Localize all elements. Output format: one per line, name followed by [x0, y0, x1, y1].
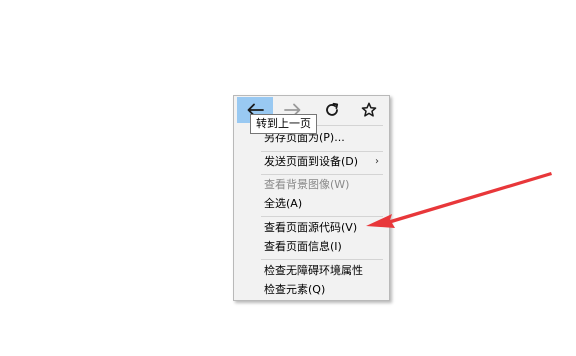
- menu-item-inspect-accessibility[interactable]: 检查无障碍环境属性: [234, 261, 389, 281]
- menu-item-label: 查看页面信息(I): [264, 240, 342, 253]
- menu-item-view-page-source[interactable]: 查看页面源代码(V): [234, 218, 389, 238]
- menu-item-send-page-to-device[interactable]: 发送页面到设备(D) ›: [234, 152, 389, 172]
- reload-icon: [326, 102, 339, 116]
- reload-button[interactable]: [314, 97, 350, 123]
- menu-item-label: 查看背景图像(W): [264, 178, 350, 191]
- menu-item-inspect-element[interactable]: 检查元素(Q): [234, 280, 389, 300]
- back-tooltip: 转到上一页: [250, 114, 317, 134]
- menu-item-label: 检查元素(Q): [264, 283, 326, 296]
- red-arrow-icon: [366, 172, 552, 228]
- star-icon: [361, 102, 377, 117]
- bookmark-button[interactable]: [351, 97, 387, 123]
- page-canvas: 另存页面为(P)... 发送页面到设备(D) › 查看背景图像(W) 全选(A)…: [0, 0, 576, 356]
- menu-item-label: 全选(A): [264, 197, 303, 210]
- menu-item-select-all[interactable]: 全选(A): [234, 194, 389, 214]
- chevron-right-icon: ›: [375, 156, 379, 167]
- menu-separator: [261, 216, 383, 217]
- menu-item-label: 查看页面源代码(V): [264, 221, 358, 234]
- menu-item-view-page-info[interactable]: 查看页面信息(I): [234, 237, 389, 257]
- menu-item-label: 检查无障碍环境属性: [264, 264, 363, 277]
- menu-separator: [261, 259, 383, 260]
- menu-item-view-background-image: 查看背景图像(W): [234, 175, 389, 195]
- menu-item-label: 发送页面到设备(D): [264, 155, 359, 168]
